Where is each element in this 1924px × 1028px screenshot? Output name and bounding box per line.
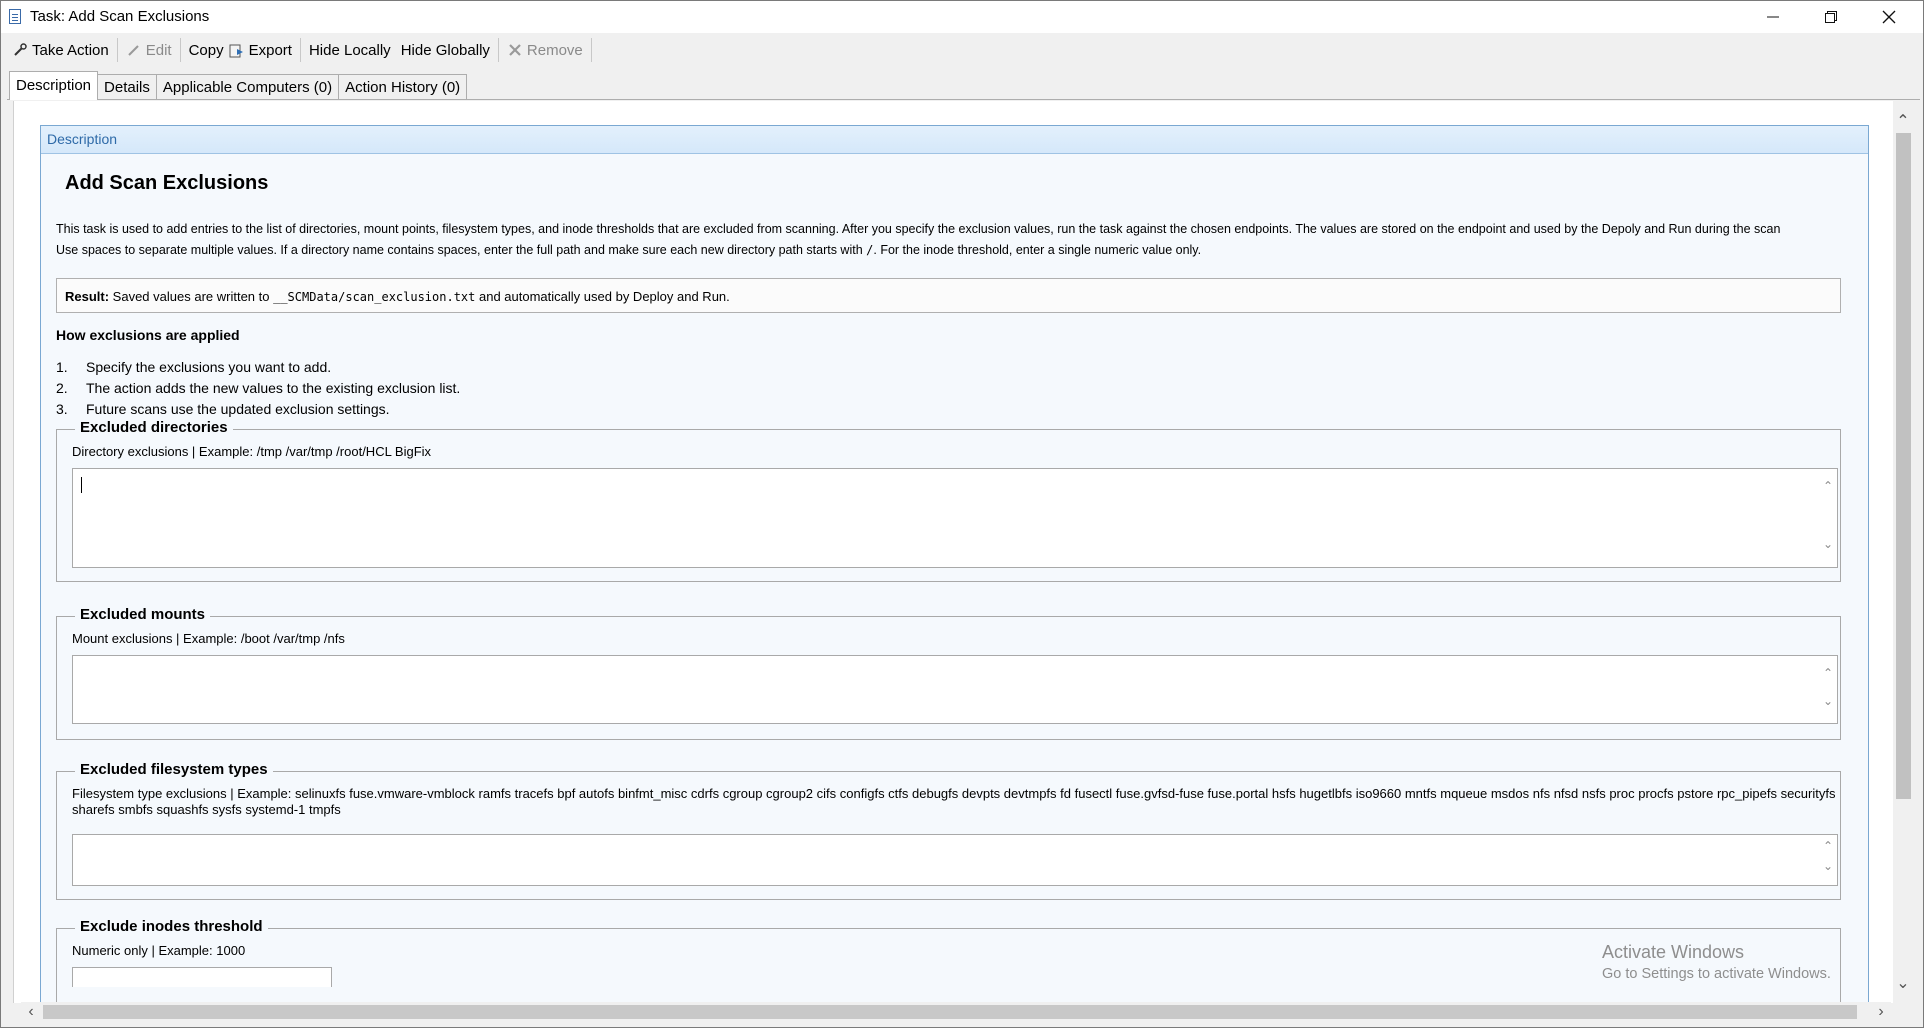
intro-instructions-text: Use spaces to separate multiple values. … <box>56 243 867 257</box>
excluded-mounts-input[interactable]: ⌃ ⌄ <box>72 655 1838 724</box>
hide-globally-label: Hide Globally <box>400 41 490 59</box>
scroll-down-icon[interactable]: ⌄ <box>1821 859 1835 873</box>
pencil-icon <box>126 42 142 58</box>
panel-header: Description <box>41 126 1868 154</box>
step-text: Specify the exclusions you want to add. <box>86 358 332 375</box>
chevron-right-icon[interactable]: › <box>1871 1002 1891 1022</box>
step-number: 2. <box>56 379 68 396</box>
excluded-directories-input[interactable]: ⌃ ⌄ <box>72 468 1838 568</box>
step-number: 3. <box>56 400 68 417</box>
step-number: 1. <box>56 358 68 375</box>
take-action-label: Take Action <box>32 41 109 59</box>
remove-label: Remove <box>526 41 583 59</box>
toolbar-separator <box>299 38 301 62</box>
chevron-down-icon[interactable]: ⌄ <box>1893 973 1913 993</box>
edit-label: Edit <box>145 41 172 59</box>
copy-button[interactable]: Copy <box>184 37 229 63</box>
result-label: Result: <box>65 289 110 304</box>
excluded-directories-group: Excluded directories Directory exclusion… <box>56 419 1841 582</box>
excluded-mounts-hint: Mount exclusions | Example: /boot /var/t… <box>72 631 345 646</box>
vertical-scrollbar[interactable]: ⌃ ⌄ <box>1893 111 1913 993</box>
exclude-inodes-input[interactable] <box>72 967 332 987</box>
toolbar-separator <box>116 38 118 62</box>
wrench-icon <box>12 42 28 58</box>
copy-label: Copy <box>188 41 224 59</box>
exclude-inodes-legend: Exclude inodes threshold <box>75 918 268 935</box>
excluded-directories-hint: Directory exclusions | Example: /tmp /va… <box>72 444 432 459</box>
activation-watermark: Activate Windows Go to Settings to activ… <box>1602 941 1831 985</box>
list-item: 3. Future scans use the updated exclusion… <box>56 398 460 419</box>
excluded-filesystems-hint: Filesystem type exclusions | Example: se… <box>72 786 1836 817</box>
page-title: Add Scan Exclusions <box>65 172 269 194</box>
excluded-filesystems-legend: Excluded filesystem types <box>75 761 273 778</box>
tab-description[interactable]: Description <box>9 71 99 100</box>
hide-locally-button[interactable]: Hide Locally <box>304 37 396 63</box>
watermark-subtitle: Go to Settings to activate Windows. <box>1602 966 1831 982</box>
tab-action-history[interactable]: Action History (0) <box>338 74 468 100</box>
exclude-inodes-hint: Numeric only | Example: 1000 <box>72 943 246 958</box>
excluded-filesystems-group: Excluded filesystem types Filesystem typ… <box>56 761 1841 900</box>
toolbar-separator <box>497 38 499 62</box>
scroll-down-icon[interactable]: ⌄ <box>1821 694 1835 708</box>
scroll-down-icon[interactable]: ⌄ <box>1821 537 1835 551</box>
scroll-up-icon[interactable]: ⌃ <box>1821 479 1835 493</box>
task-window: Task: Add Scan Exclusions Take Action Ed… <box>0 0 1924 1028</box>
excluded-mounts-legend: Excluded mounts <box>75 606 211 623</box>
export-button[interactable]: Export <box>229 37 297 63</box>
scroll-up-icon[interactable]: ⌃ <box>1821 666 1835 680</box>
tab-strip: Description Details Applicable Computers… <box>9 71 468 100</box>
toolbar-separator <box>179 38 181 62</box>
intro-paragraph: This task is used to add entries to the … <box>56 222 1781 236</box>
window-title: Task: Add Scan Exclusions <box>30 8 210 25</box>
scrollbar-thumb[interactable] <box>1896 133 1911 799</box>
horizontal-scrollbar[interactable]: ‹ › <box>21 1002 1891 1022</box>
chevron-up-icon[interactable]: ⌃ <box>1893 111 1913 131</box>
remove-button[interactable]: Remove <box>502 37 588 63</box>
close-icon <box>1882 10 1896 24</box>
tab-details[interactable]: Details <box>97 74 157 100</box>
excluded-directories-legend: Excluded directories <box>75 419 233 436</box>
intro-instructions: Use spaces to separate multiple values. … <box>56 242 1201 258</box>
intro-instructions-tail: . For the inode threshold, enter a singl… <box>873 243 1202 257</box>
excluded-filesystems-input[interactable]: ⌃ ⌄ <box>72 834 1838 886</box>
hide-locally-label: Hide Locally <box>308 41 391 59</box>
result-box: Result: Saved values are written to __SC… <box>56 278 1841 313</box>
minimize-icon <box>1767 16 1779 18</box>
result-code: __SCMData/scan_exclusion.txt <box>273 290 476 304</box>
x-icon <box>507 42 523 58</box>
take-action-button[interactable]: Take Action <box>7 37 114 63</box>
restore-icon <box>1825 11 1837 23</box>
steps-list: 1. Specify the exclusions you want to add… <box>56 356 460 419</box>
document-icon <box>9 9 21 24</box>
step-text: The action adds the new values to the ex… <box>86 379 461 396</box>
scroll-up-icon[interactable]: ⌃ <box>1821 839 1835 853</box>
exclude-inodes-group: Exclude inodes threshold Numeric only | … <box>56 918 1841 1003</box>
step-text: Future scans use the updated exclusion s… <box>86 400 390 417</box>
result-text: Saved values are written to <box>109 289 274 304</box>
close-button[interactable] <box>1860 1 1918 33</box>
chevron-left-icon[interactable]: ‹ <box>21 1002 41 1022</box>
content-viewport: Description Add Scan Exclusions This tas… <box>13 101 1893 1003</box>
minimize-button[interactable] <box>1744 1 1802 33</box>
edit-button[interactable]: Edit <box>121 37 177 63</box>
watermark-title: Activate Windows <box>1602 942 1745 962</box>
restore-button[interactable] <box>1802 1 1860 33</box>
list-item: 2. The action adds the new values to the … <box>56 377 460 398</box>
description-panel: Description Add Scan Exclusions This tas… <box>40 125 1869 1003</box>
list-item: 1. Specify the exclusions you want to add… <box>56 356 460 377</box>
text-caret <box>81 477 82 493</box>
export-label: Export <box>248 41 292 59</box>
tab-applicable-computers[interactable]: Applicable Computers (0) <box>155 74 340 100</box>
export-icon <box>229 42 245 58</box>
toolbar-separator <box>590 38 592 62</box>
title-bar: Task: Add Scan Exclusions <box>1 1 1923 33</box>
result-text-tail: and automatically used by Deploy and Run… <box>475 289 730 304</box>
hide-globally-button[interactable]: Hide Globally <box>396 37 495 63</box>
section-title: How exclusions are applied <box>56 327 240 343</box>
excluded-mounts-group: Excluded mounts Mount exclusions | Examp… <box>56 606 1841 740</box>
toolbar: Take Action Edit Copy Export Hide Locall… <box>1 34 1923 66</box>
scrollbar-thumb[interactable] <box>43 1005 1857 1019</box>
